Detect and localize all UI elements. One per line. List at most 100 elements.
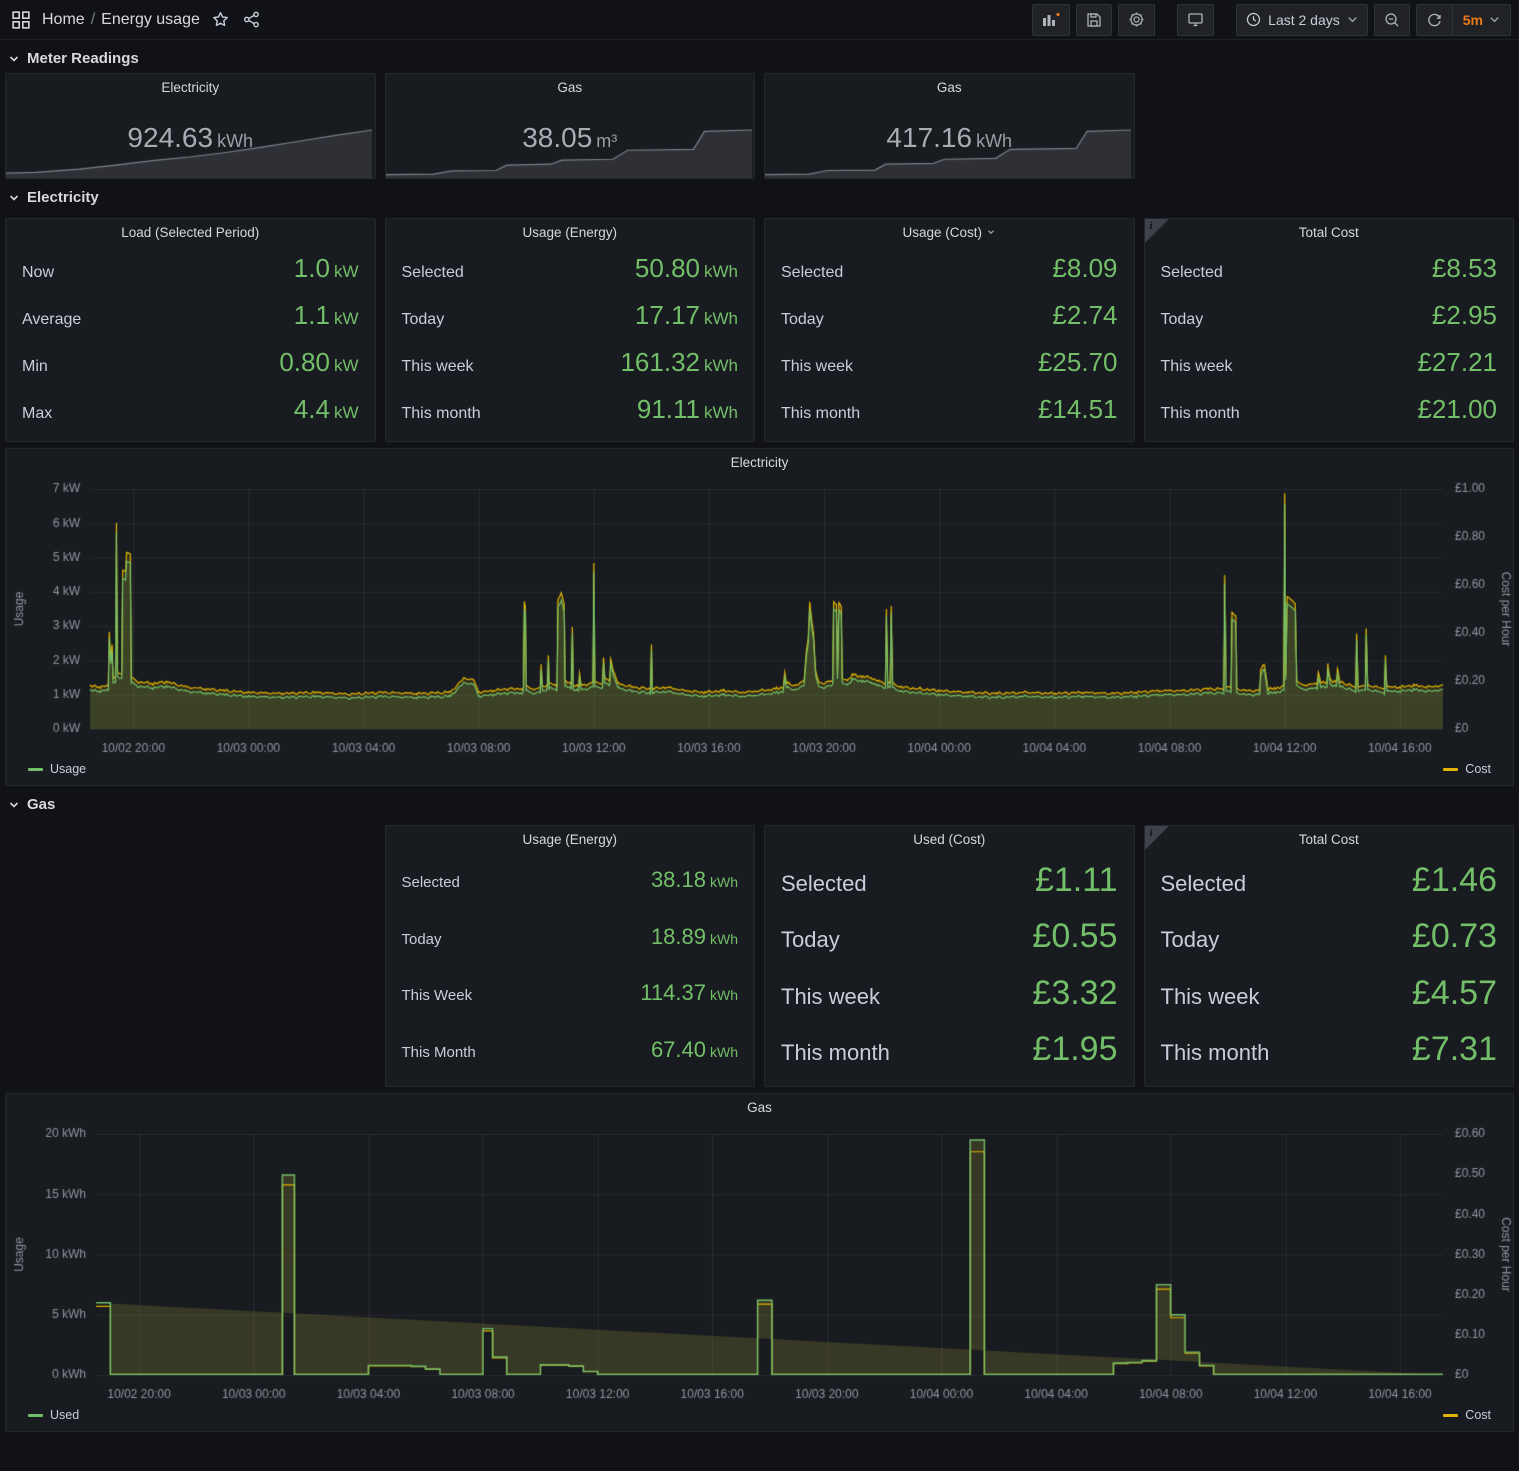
stat-label: This month: [402, 405, 481, 423]
stat-value: 0.80kW: [279, 347, 358, 378]
dashboard-settings-button[interactable]: [1118, 4, 1155, 36]
add-panel-button[interactable]: [1032, 4, 1070, 36]
stat-label: Max: [22, 405, 52, 423]
panel-meter-gas-energy: Gas 417.16kWh: [764, 73, 1135, 179]
chevron-down-icon: [1489, 14, 1500, 25]
panel-title[interactable]: Usage (Cost): [765, 219, 1134, 245]
stat-label: Today: [402, 931, 442, 948]
stat-value: £1.11: [1035, 861, 1118, 900]
meter-value-number: 417.16: [886, 122, 972, 153]
stat-value: £14.51: [1038, 394, 1118, 425]
stat-row: This week£25.70: [781, 347, 1118, 378]
meter-value-unit: m³: [596, 131, 617, 151]
stat-label: Today: [1161, 927, 1220, 953]
stat-row: Today£0.55: [781, 917, 1118, 956]
stat-row: Today £0.73: [1161, 917, 1498, 956]
stat-label: This week: [781, 984, 880, 1010]
panel-title[interactable]: Gas: [386, 74, 755, 100]
gas-chart-legend: Used Cost: [6, 1405, 1513, 1429]
stat-label: This month: [1161, 1040, 1270, 1066]
stat-value: £1.95: [1032, 1030, 1117, 1069]
stat-label: Today: [781, 311, 824, 329]
star-icon[interactable]: [210, 9, 231, 30]
row-header-gas[interactable]: Gas: [0, 786, 1519, 819]
gas-stats-row: Usage (Energy) Selected38.18kWh Today18.…: [0, 825, 1519, 1087]
stat-value: 1.0kW: [294, 253, 359, 284]
legend-item-cost[interactable]: Cost: [1443, 1408, 1491, 1422]
panel-title[interactable]: Electricity: [6, 449, 1513, 475]
stat-label: This Month: [402, 1044, 476, 1061]
meter-value-unit: kWh: [976, 131, 1012, 151]
panel-gas-total-cost: i Total Cost Selected£1.46 Today£0.73 Th…: [1144, 825, 1515, 1087]
electricity-chart-canvas[interactable]: [6, 475, 1513, 759]
stat-row: This week£27.21: [1161, 347, 1498, 378]
stat-value: £21.00: [1417, 394, 1497, 425]
time-range-picker[interactable]: Last 2 days: [1236, 4, 1368, 36]
panel-meter-gas-volume: Gas 38.05m³: [385, 73, 756, 179]
panel-title[interactable]: Usage (Energy): [386, 219, 755, 245]
top-nav-bar: Home / Energy usage: [0, 0, 1519, 40]
breadcrumb-home[interactable]: Home: [42, 11, 85, 29]
stat-value: £25.70: [1038, 347, 1118, 378]
share-icon[interactable]: [241, 9, 262, 30]
panel-title[interactable]: Total Cost: [1145, 826, 1514, 852]
apps-grid-icon[interactable]: [10, 9, 32, 31]
meter-value-number: 38.05: [522, 122, 592, 153]
refresh-interval-label: 5m: [1463, 12, 1483, 28]
stat-label: Average: [22, 311, 81, 329]
row-header-electricity[interactable]: Electricity: [0, 179, 1519, 212]
stat-label: Selected: [781, 871, 867, 897]
stat-row: This month£21.00: [1161, 394, 1498, 425]
chevron-down-icon: [8, 799, 20, 811]
legend-item-usage[interactable]: Usage: [28, 762, 86, 776]
stat-value: £0.73: [1412, 917, 1497, 956]
stat-value: 17.17kWh: [635, 300, 738, 331]
meter-value: 417.16kWh: [765, 122, 1134, 154]
refresh-interval-picker[interactable]: 5m: [1453, 5, 1510, 35]
legend-item-used[interactable]: Used: [28, 1408, 79, 1422]
panel-title[interactable]: Usage (Energy): [386, 826, 755, 852]
save-dashboard-button[interactable]: [1076, 4, 1112, 36]
stat-row: Selected £8.53: [1161, 253, 1498, 284]
panel-title[interactable]: Load (Selected Period): [6, 219, 375, 245]
refresh-group: 5m: [1416, 4, 1511, 36]
stat-value: £8.53: [1432, 253, 1497, 284]
panel-title[interactable]: Electricity: [6, 74, 375, 100]
row-header-meter-readings[interactable]: Meter Readings: [0, 40, 1519, 73]
panel-title[interactable]: Gas: [765, 74, 1134, 100]
tv-kiosk-button[interactable]: [1177, 4, 1214, 36]
legend-swatch: [1443, 1414, 1458, 1417]
stat-label: Today: [781, 927, 840, 953]
stat-value: £1.46: [1412, 861, 1497, 900]
stat-value: £2.74: [1052, 300, 1117, 331]
info-corner-icon[interactable]: i: [1145, 826, 1169, 850]
section-title: Meter Readings: [27, 50, 139, 67]
stat-row: This month£1.95: [781, 1030, 1118, 1069]
chevron-down-icon: [8, 192, 20, 204]
stat-label: This month: [781, 405, 860, 423]
panel-title[interactable]: Used (Cost): [765, 826, 1134, 852]
save-icon: [1086, 12, 1102, 28]
refresh-button[interactable]: [1417, 5, 1452, 35]
panel-title[interactable]: Total Cost: [1145, 219, 1514, 245]
stat-value: 4.4kW: [294, 394, 359, 425]
zoom-out-button[interactable]: [1374, 4, 1410, 36]
legend-item-cost[interactable]: Cost: [1443, 762, 1491, 776]
monitor-icon: [1187, 12, 1204, 28]
stat-label: Today: [1161, 311, 1204, 329]
stat-row: This week£3.32: [781, 974, 1118, 1013]
breadcrumb-dashboard-title[interactable]: Energy usage: [101, 11, 200, 29]
stat-label: Selected: [1161, 264, 1223, 282]
panel-electricity-usage-cost: Usage (Cost) Selected£8.09 Today£2.74 Th…: [764, 218, 1135, 442]
stat-value: 50.80kWh: [635, 253, 738, 284]
gas-chart-canvas[interactable]: [6, 1120, 1513, 1405]
stat-label: Selected: [402, 874, 460, 891]
stat-label: Today: [402, 311, 445, 329]
stat-row: Today£2.95: [1161, 300, 1498, 331]
panel-title[interactable]: Gas: [6, 1094, 1513, 1120]
meter-readings-row: Electricity 924.63kWh Gas 38.05m³ Gas 41…: [0, 73, 1519, 179]
stat-value: 1.1kW: [294, 300, 359, 331]
section-title: Gas: [27, 796, 55, 813]
info-corner-icon[interactable]: i: [1145, 219, 1169, 243]
stat-row: Selected38.18kWh: [402, 867, 739, 893]
